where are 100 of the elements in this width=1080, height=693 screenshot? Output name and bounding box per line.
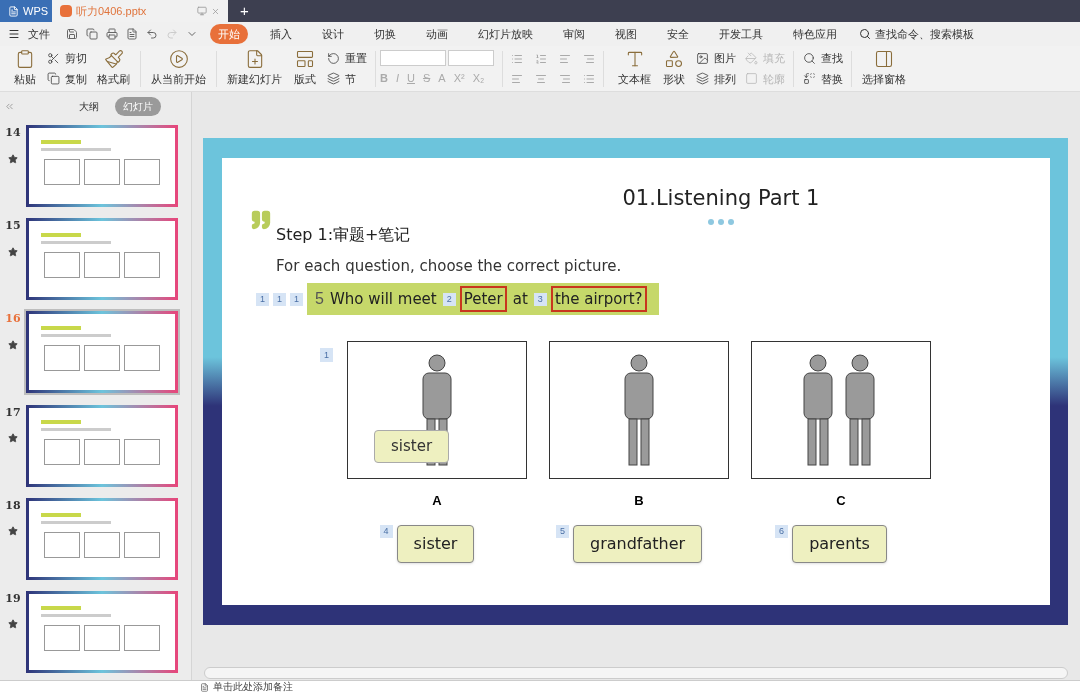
menu-tab[interactable]: 特色应用 <box>785 23 845 45</box>
animation-tag: 1 <box>273 292 287 306</box>
app-name: WPS <box>23 3 49 19</box>
tool-icon <box>326 50 341 66</box>
toolbar-button[interactable]: 替换 <box>802 70 843 87</box>
menu-tab[interactable]: 插入 <box>262 23 300 45</box>
menu-tab[interactable]: 视图 <box>607 23 645 45</box>
notes-icon <box>200 682 209 692</box>
toolbar-button[interactable]: 选择窗格 <box>856 47 912 90</box>
toolbar-button[interactable]: 图片 <box>695 50 736 67</box>
app-tab[interactable]: WPS <box>0 0 52 22</box>
search-placeholder: 查找命令、搜索模板 <box>875 26 974 42</box>
star-icon <box>8 526 18 537</box>
menu-tab[interactable]: 设计 <box>314 23 352 45</box>
pptx-icon <box>60 5 72 17</box>
option-letter: A <box>432 492 442 510</box>
answer-chip[interactable]: grandfather <box>572 524 703 563</box>
preview-icon[interactable] <box>126 28 138 40</box>
logo-icon <box>8 5 19 17</box>
tool-icon <box>802 50 817 66</box>
star-icon <box>8 339 18 350</box>
toolbar-button[interactable]: 从当前开始 <box>145 47 212 90</box>
slide-number: 18 <box>5 497 21 514</box>
close-icon[interactable] <box>211 6 220 16</box>
redo-icon[interactable] <box>166 28 178 40</box>
toolbar-button[interactable]: 文本框 <box>612 47 657 90</box>
copy-icon[interactable] <box>86 28 98 40</box>
animation-tag: 1 <box>290 292 304 306</box>
star-icon <box>8 619 18 630</box>
menu-tab[interactable]: 幻灯片放映 <box>470 23 541 45</box>
paragraph-icon[interactable] <box>583 72 595 85</box>
paragraph-icon[interactable] <box>559 52 571 65</box>
new-tab-button[interactable]: + <box>228 0 261 22</box>
slide-thumbnail[interactable] <box>26 404 178 487</box>
toolbar-button[interactable]: 剪切 <box>46 50 87 67</box>
tool-icon <box>695 71 710 87</box>
slide-thumbnail[interactable] <box>26 311 178 394</box>
slide-thumbnail[interactable] <box>26 590 178 673</box>
menu-tab[interactable]: 动画 <box>418 23 456 45</box>
slide-number: 17 <box>5 404 21 421</box>
toolbar-button[interactable]: 复制 <box>46 70 87 87</box>
star-icon <box>8 433 18 444</box>
menu-tab[interactable]: 切换 <box>366 23 404 45</box>
slide-thumbnail[interactable] <box>26 218 178 301</box>
search-icon <box>859 28 871 40</box>
command-search[interactable]: 查找命令、搜索模板 <box>859 25 974 43</box>
paragraph-icon[interactable] <box>559 72 571 85</box>
animation-tag: 6 <box>775 524 789 538</box>
tool-icon <box>802 71 817 87</box>
option-letter: C <box>836 492 846 510</box>
toolbar-button[interactable]: 排列 <box>695 70 736 87</box>
tool-icon <box>664 49 684 70</box>
notes-bar[interactable]: 单击此处添加备注 <box>0 680 1080 693</box>
animation-tag: 1 <box>256 292 269 306</box>
panel-tab[interactable]: 大纲 <box>71 97 107 117</box>
undo-icon[interactable] <box>146 28 158 40</box>
slide-title: 01.Listening Part 1 <box>622 185 820 212</box>
toolbar-button[interactable]: 形状 <box>657 47 691 90</box>
tool-icon <box>295 49 315 70</box>
quote-icon <box>250 208 272 231</box>
slide-number: 19 <box>5 590 21 607</box>
slide-thumbnail[interactable] <box>26 497 178 580</box>
tool-icon <box>168 49 189 70</box>
paragraph-icon[interactable] <box>535 52 547 65</box>
answer-chip[interactable]: parents <box>792 524 887 563</box>
tool-icon <box>744 50 759 66</box>
toolbar-button[interactable]: 新建幻灯片 <box>221 47 288 90</box>
question-text: at <box>511 288 529 310</box>
print-icon[interactable] <box>106 28 118 40</box>
menu-tab[interactable]: 审阅 <box>555 23 593 45</box>
horizontal-scrollbar[interactable] <box>204 667 1068 679</box>
slide-number: 15 <box>5 218 21 235</box>
toolbar-button[interactable]: 节 <box>326 70 367 87</box>
slide-number: 14 <box>5 125 21 142</box>
save-icon[interactable] <box>66 28 78 40</box>
animation-tag: 3 <box>533 292 547 306</box>
toolbar-button[interactable]: 查找 <box>802 50 843 67</box>
answer-chip[interactable]: sister <box>396 524 475 563</box>
font-name-field[interactable] <box>380 50 446 67</box>
toolbar-button[interactable]: 重置 <box>326 50 367 67</box>
toolbar-button[interactable]: 版式 <box>288 47 322 90</box>
step-heading: Step 1:审题+笔记 <box>276 223 412 246</box>
paragraph-icon[interactable] <box>511 52 523 65</box>
menu-tab[interactable]: 安全 <box>659 23 697 45</box>
tool-icon <box>46 71 61 87</box>
menu-icon[interactable] <box>8 28 20 40</box>
tool-icon <box>103 49 124 70</box>
animation-tag: 5 <box>555 524 569 538</box>
option-letter: B <box>634 492 644 510</box>
animation-tag: 4 <box>379 524 393 538</box>
paragraph-icon[interactable] <box>535 72 547 85</box>
toolbar-button[interactable]: 格式刷 <box>91 47 136 90</box>
paragraph-icon[interactable] <box>583 52 595 65</box>
toolbar-button[interactable]: 粘贴 <box>8 47 42 90</box>
question-text: Peter <box>459 285 507 313</box>
menu-tab[interactable]: 开发工具 <box>711 23 771 45</box>
menu-tab[interactable]: 文件 <box>24 25 54 43</box>
font-size-field[interactable] <box>448 50 494 67</box>
slide-thumbnail[interactable] <box>26 125 178 208</box>
paragraph-icon[interactable] <box>511 72 523 85</box>
